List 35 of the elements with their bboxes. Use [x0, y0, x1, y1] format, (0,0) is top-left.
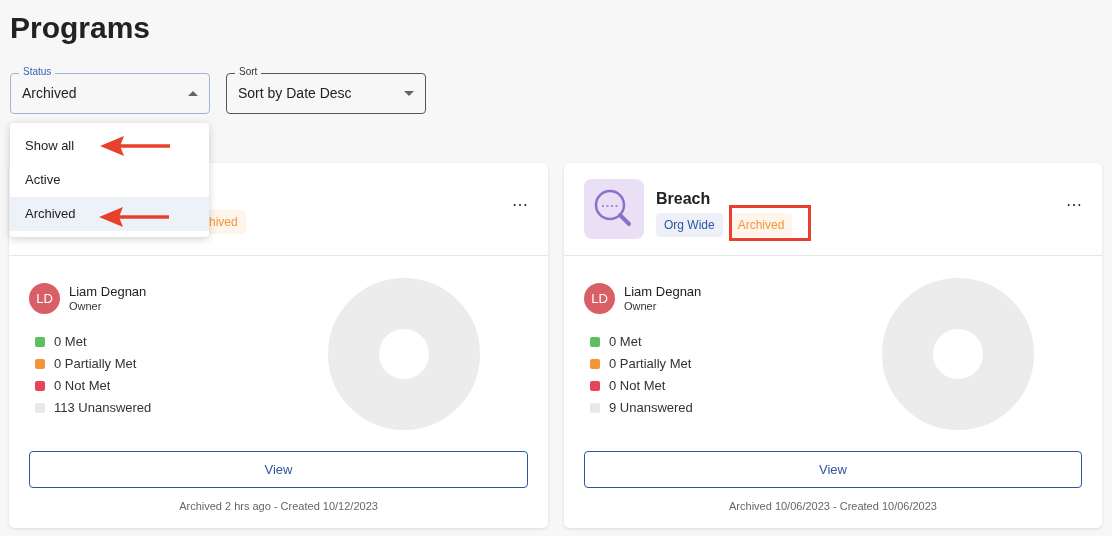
avatar: LD: [29, 283, 60, 314]
scope-tag: Org Wide: [656, 213, 723, 237]
caret-down-icon: [404, 91, 414, 96]
caret-up-icon: [188, 91, 198, 96]
owner-role: Owner: [69, 299, 103, 313]
status-tag: Archived: [729, 213, 793, 237]
arrow-annotation: [100, 136, 170, 156]
legend-label: 0 Partially Met: [54, 355, 137, 374]
menu-item[interactable]: Show all: [10, 129, 209, 163]
menu-item[interactable]: Active: [10, 163, 209, 197]
arrow-annotation: [99, 207, 169, 227]
program-title: Breach: [656, 189, 712, 209]
magnifier-icon: [584, 179, 644, 239]
field-value: Sort by Date Desc: [238, 84, 352, 103]
legend-label: 0 Not Met: [54, 377, 111, 396]
view-button[interactable]: View: [584, 451, 1082, 488]
legend-label: 0 Met: [609, 333, 642, 352]
legend-label: 9 Unanswered: [609, 399, 693, 418]
legend-label: 0 Partially Met: [609, 355, 692, 374]
page-title: Programs: [10, 10, 152, 46]
avatar: LD: [584, 283, 615, 314]
owner-name: Liam Degnan: [69, 284, 147, 299]
owner-role: Owner: [624, 299, 658, 313]
status-tag: hived: [209, 210, 246, 234]
card-footer: Archived 2 hrs ago - Created 10/12/2023: [9, 498, 548, 515]
view-button[interactable]: View: [29, 451, 528, 488]
more-button[interactable]: ⋯: [1066, 195, 1082, 215]
menu-item[interactable]: Archived: [10, 197, 209, 231]
more-button[interactable]: ⋯: [512, 195, 528, 215]
owner-name: Liam Degnan: [624, 284, 702, 299]
legend-label: 0 Met: [54, 333, 87, 352]
field-value: Archived: [22, 84, 77, 103]
card-footer: Archived 10/06/2023 - Created 10/06/2023: [564, 498, 1102, 515]
legend-label: 113 Unanswered: [54, 399, 152, 418]
legend-label: 0 Not Met: [609, 377, 666, 396]
